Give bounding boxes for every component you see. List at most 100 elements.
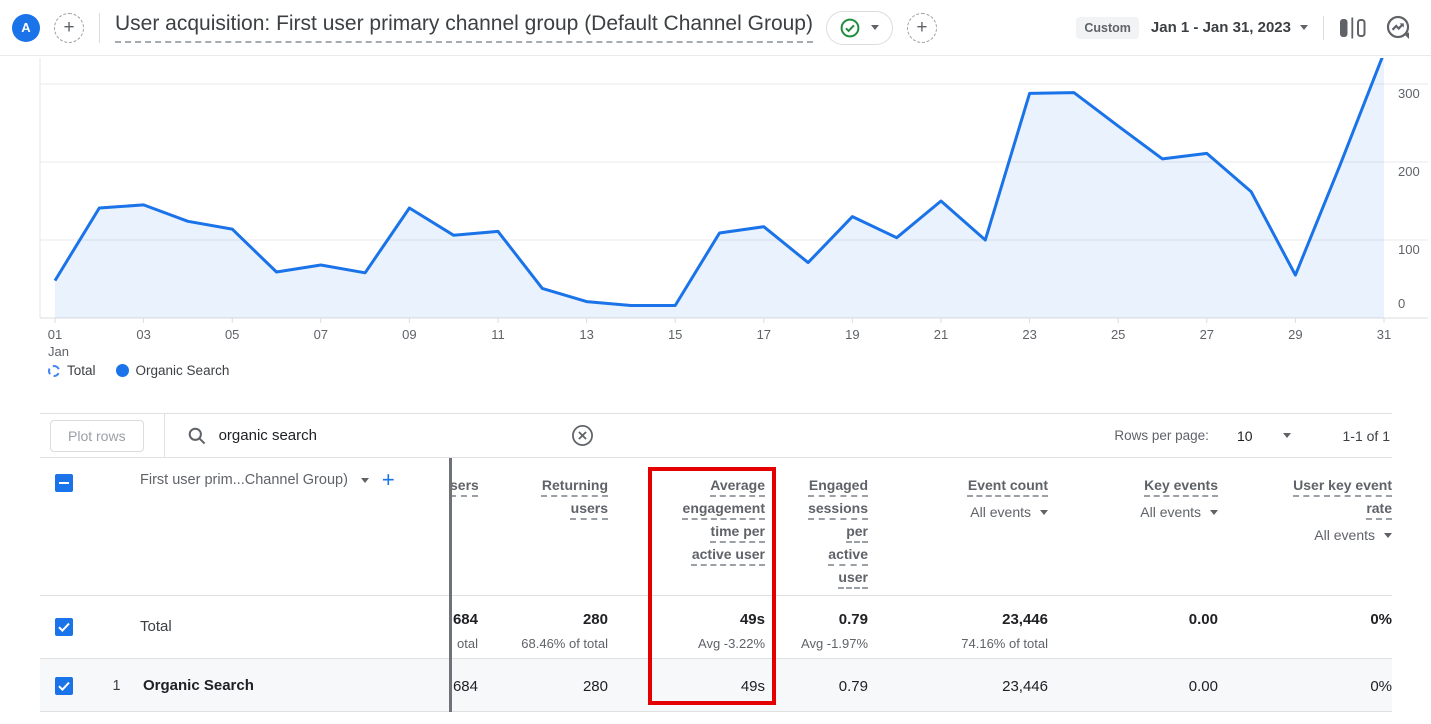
row-cell-user-key-event-rate: 0%: [1218, 659, 1392, 711]
column-resize-handle[interactable]: [449, 458, 452, 712]
x-tick-label: 13: [579, 327, 593, 342]
column-header-avg-engagement-time[interactable]: Average engagement time per active user: [608, 458, 765, 595]
x-tick-label: 29: [1288, 327, 1302, 342]
x-tick-label: 15: [668, 327, 682, 342]
legend-item-organic-search[interactable]: Organic Search: [116, 363, 230, 378]
header-divider: [99, 13, 100, 43]
x-tick-month-label: Jan: [48, 344, 69, 359]
x-tick-label: 17: [757, 327, 771, 342]
row-cell-event-count: 23,446: [868, 659, 1048, 711]
chart-canvas[interactable]: 0 100 200 300 01 Jan 03 05 07 09 11 13 15 17 19 21 23 25 2…: [0, 56, 1431, 413]
column-header-engaged-sessions[interactable]: Engaged sessions per active user: [765, 458, 868, 595]
x-tick-label: 05: [225, 327, 239, 342]
column-header-key-events[interactable]: Key events All events: [1048, 458, 1218, 595]
total-cell-user-key-event-rate: 0%: [1218, 596, 1392, 658]
table-controls: Plot rows Rows per page: 10 1-1 of 1: [40, 413, 1392, 458]
rows-per-page-value[interactable]: 10: [1237, 428, 1253, 444]
plot-rows-button[interactable]: Plot rows: [50, 420, 144, 452]
total-cell-users: 684 otal: [450, 596, 478, 658]
row-cell-returning-users: 280: [478, 659, 608, 711]
event-filter[interactable]: All events: [1048, 504, 1218, 520]
clear-search-icon[interactable]: [570, 423, 595, 448]
total-label: Total: [100, 596, 450, 658]
row-cell-users: 684: [450, 659, 478, 711]
total-cell-event-count: 23,446 74.16% of total: [868, 596, 1048, 658]
row-index: 1: [100, 659, 143, 711]
timeseries-chart: 0 100 200 300 01 Jan 03 05 07 09 11 13 15 17 19 21 23 25 2…: [0, 56, 1431, 413]
date-range-selector[interactable]: Jan 1 - Jan 31, 2023: [1151, 19, 1291, 36]
total-cell-key-events: 0.00: [1048, 596, 1218, 658]
event-filter[interactable]: All events: [868, 504, 1048, 520]
add-segment-button[interactable]: +: [907, 13, 937, 43]
total-checkbox-cell: [40, 596, 100, 658]
x-tick-label: 31: [1377, 327, 1391, 342]
x-tick-label: 01: [48, 327, 62, 342]
app-header: A + User acquisition: First user primary…: [0, 0, 1431, 56]
x-tick-label: 21: [934, 327, 948, 342]
header-checkbox-cell: [40, 458, 100, 595]
dimension-header-label[interactable]: First user prim...Channel Group): [140, 472, 348, 488]
x-tick-label: 19: [845, 327, 859, 342]
legend-item-total[interactable]: Total: [48, 363, 96, 378]
rows-per-page-chevron-icon[interactable]: [1283, 433, 1291, 438]
row-cell-engaged-sessions: 0.79: [765, 659, 868, 711]
table-header-row: First user prim...Channel Group) + sers …: [40, 458, 1392, 595]
chevron-down-icon: [871, 25, 879, 30]
chart-legend: Total Organic Search: [48, 363, 229, 378]
x-tick-label: 25: [1111, 327, 1125, 342]
solid-dot-swatch-icon: [116, 364, 129, 377]
search-input[interactable]: [219, 427, 570, 444]
y-tick-label: 200: [1398, 164, 1420, 179]
x-tick-label: 07: [314, 327, 328, 342]
y-tick-label: 300: [1398, 86, 1420, 101]
column-header-user-key-event-rate[interactable]: User key event rate All events: [1218, 458, 1392, 595]
table-total-row: Total 684 otal 280 68.46% of total 49s A…: [40, 595, 1392, 658]
table-row[interactable]: 1 Organic Search 684 280 49s 0.79 23,446…: [40, 658, 1392, 712]
row-checkbox-cell: [40, 659, 100, 711]
dimension-header-cell: First user prim...Channel Group) +: [100, 458, 450, 595]
total-cell-returning-users: 280 68.46% of total: [478, 596, 608, 658]
check-circle-icon: [840, 18, 860, 38]
total-cell-engaged-sessions: 0.79 Avg -1.97%: [765, 596, 868, 658]
row-checkbox[interactable]: [55, 677, 73, 695]
table-search[interactable]: [165, 423, 601, 448]
column-header-returning-users[interactable]: Returning users: [478, 458, 608, 595]
pagination-status: 1-1 of 1: [1343, 428, 1390, 444]
account-avatar[interactable]: A: [12, 14, 40, 42]
dimension-chevron-icon[interactable]: [361, 478, 369, 483]
y-tick-label: 0: [1398, 296, 1405, 311]
x-tick-label: 23: [1022, 327, 1036, 342]
row-cell-key-events: 0.00: [1048, 659, 1218, 711]
chevron-down-icon: [1210, 510, 1218, 515]
x-tick-label: 09: [402, 327, 416, 342]
series-area: [55, 56, 1384, 318]
dashed-circle-swatch-icon: [48, 365, 60, 377]
search-icon: [187, 426, 207, 446]
date-range-type-badge: Custom: [1076, 17, 1139, 39]
select-all-checkbox[interactable]: [55, 474, 73, 492]
report-table: First user prim...Channel Group) + sers …: [40, 458, 1392, 712]
add-comparison-button[interactable]: +: [54, 13, 84, 43]
x-tick-label: 27: [1200, 327, 1214, 342]
row-cell-avg-engagement-time: 49s: [608, 659, 765, 711]
x-tick-label: 11: [491, 327, 505, 342]
column-header-event-count[interactable]: Event count All events: [868, 458, 1048, 595]
event-filter[interactable]: All events: [1218, 527, 1392, 543]
report-title[interactable]: User acquisition: First user primary cha…: [115, 12, 813, 43]
add-dimension-button[interactable]: +: [382, 471, 395, 489]
header-divider: [1323, 16, 1324, 40]
date-chevron-down-icon[interactable]: [1300, 25, 1308, 30]
y-tick-label: 100: [1398, 242, 1420, 257]
total-row-checkbox[interactable]: [55, 618, 73, 636]
legend-label: Organic Search: [136, 363, 230, 378]
insights-icon[interactable]: [1386, 15, 1411, 40]
data-quality-button[interactable]: [826, 11, 893, 45]
row-dimension-value[interactable]: Organic Search: [143, 659, 450, 711]
rows-per-page-label: Rows per page:: [1114, 428, 1209, 443]
comparison-icon[interactable]: [1339, 16, 1366, 40]
x-tick-label: 03: [136, 327, 150, 342]
legend-label: Total: [67, 363, 96, 378]
column-header-users[interactable]: sers: [450, 458, 478, 595]
chevron-down-icon: [1040, 510, 1048, 515]
chevron-down-icon: [1384, 533, 1392, 538]
